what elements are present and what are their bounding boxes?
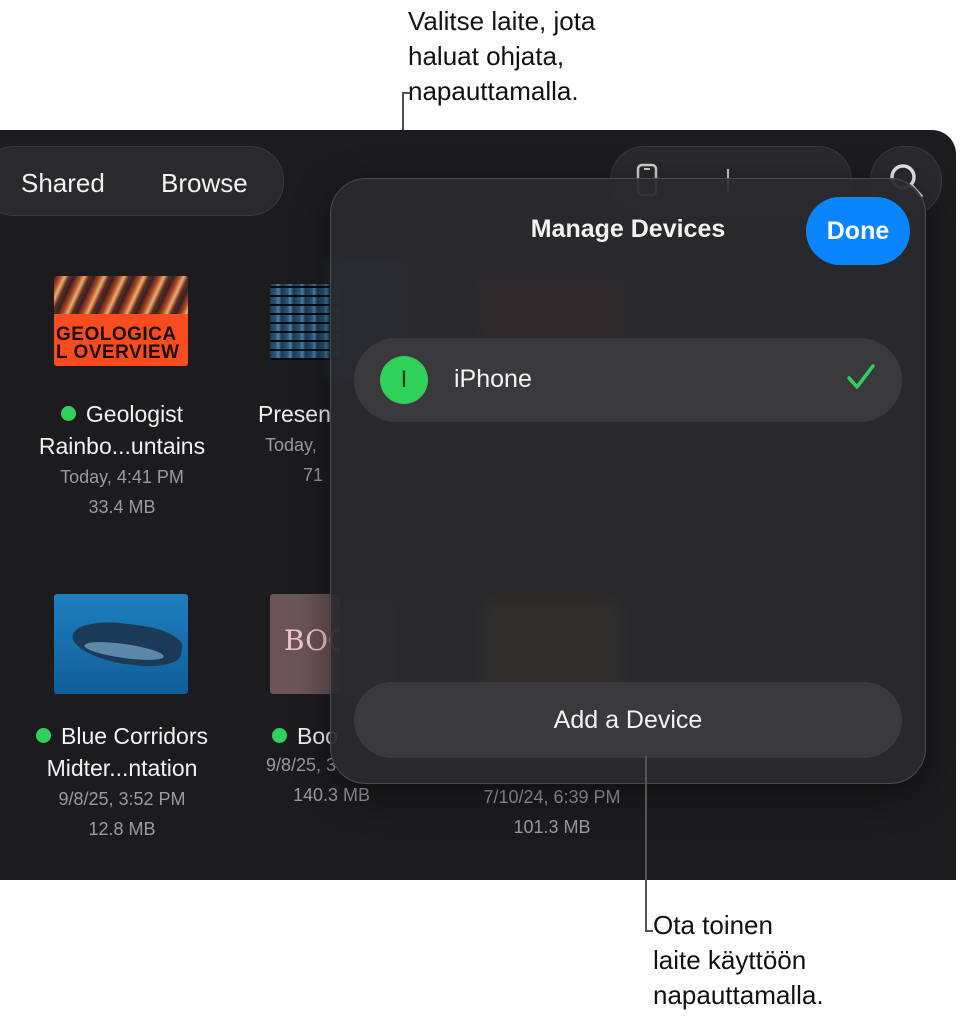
document-item[interactable]: Geologist Rainbo...untains Today, 4:41 P… [22, 398, 222, 522]
done-button[interactable]: Done [806, 197, 910, 265]
document-title-line1: Blue Corridors [61, 723, 208, 749]
tab-shared[interactable]: Shared [21, 168, 105, 199]
sync-status-dot [36, 728, 51, 743]
device-row-iphone[interactable]: I iPhone [354, 338, 902, 422]
device-name: iPhone [454, 365, 532, 393]
document-size: 12.8 MB [88, 819, 156, 839]
device-avatar: I [380, 356, 428, 404]
document-title-line2: Rainbo...untains [38, 433, 206, 459]
callout-leader-foot-bottom [645, 930, 653, 932]
document-date: Today, 4:41 PM [60, 467, 184, 487]
document-title-line1: Geologist [85, 401, 184, 427]
thumbnail-art [54, 276, 188, 318]
document-title-line2: Midter...ntation [46, 755, 198, 781]
document-size: 101.3 MB [513, 817, 591, 837]
document-title: Blue Corridors [22, 720, 222, 752]
document-thumbnail[interactable]: GEOLOGICA L OVERVIEW [54, 276, 188, 366]
checkmark-icon [846, 362, 876, 397]
document-item[interactable]: 7/10/24, 6:39 PM 101.3 MB [452, 782, 652, 842]
document-date: 7/10/24, 6:39 PM [483, 787, 621, 807]
document-date: 9/8/25, 3:52 PM [58, 789, 186, 809]
callout-add-device: Ota toinen laite käyttöön napauttamalla. [653, 910, 824, 1010]
sync-status-dot [60, 406, 76, 421]
document-size: 33.4 MB [88, 497, 156, 517]
document-thumbnail[interactable] [54, 594, 188, 694]
callout-leader-line-bottom [645, 756, 647, 932]
view-segmented-control: Shared Browse [0, 146, 284, 216]
document-title: Geologist [22, 398, 222, 430]
callout-select-device: Valitse laite, jota haluat ohjata, napau… [408, 6, 596, 106]
sync-status-dot [272, 728, 287, 743]
tab-browse[interactable]: Browse [161, 168, 248, 199]
thumbnail-title: GEOLOGICA L OVERVIEW [56, 324, 180, 363]
document-item[interactable]: Blue Corridors Midter...ntation 9/8/25, … [22, 720, 222, 844]
manage-devices-popover: Manage Devices Done I iPhone Add a Devic… [330, 178, 926, 784]
add-device-button[interactable]: Add a Device [354, 682, 902, 758]
callout-leader-foot-top [402, 92, 410, 94]
document-size: 140.3 MB [293, 785, 371, 805]
